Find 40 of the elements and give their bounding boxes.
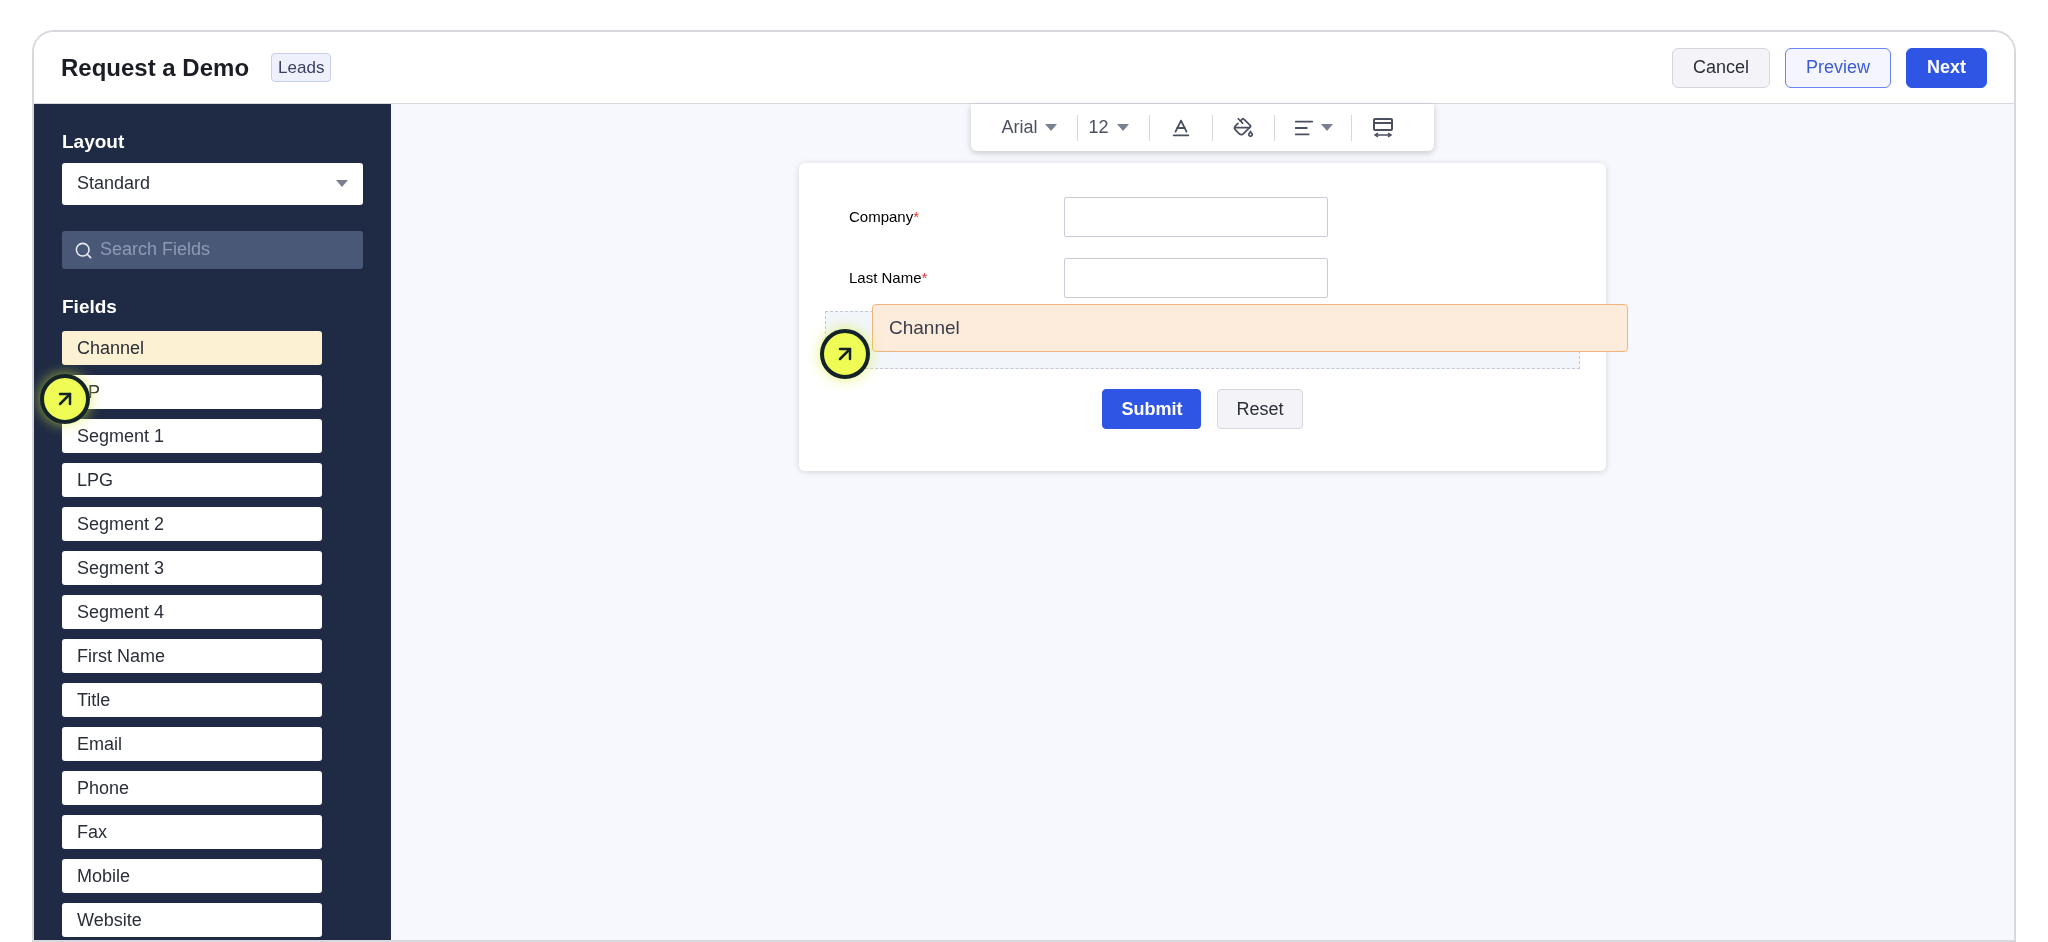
font-dropdown[interactable]: Arial bbox=[1001, 114, 1068, 141]
field-item[interactable]: First Name bbox=[62, 639, 322, 673]
field-item[interactable]: Title bbox=[62, 683, 322, 717]
fill-color-icon[interactable] bbox=[1232, 117, 1254, 138]
next-button[interactable]: Next bbox=[1906, 47, 1987, 88]
field-item[interactable]: Segment 3 bbox=[62, 551, 322, 585]
reset-button[interactable]: Reset bbox=[1217, 389, 1303, 429]
field-item[interactable]: Mobile bbox=[62, 859, 322, 893]
field-item[interactable]: Email bbox=[62, 727, 322, 761]
field-item[interactable]: Fax bbox=[62, 815, 322, 849]
field-item[interactable]: Segment 2 bbox=[62, 507, 322, 541]
caret-icon bbox=[1045, 124, 1058, 131]
field-label: Company* bbox=[849, 206, 921, 227]
search-icon bbox=[74, 240, 93, 260]
cursor-icon bbox=[40, 374, 90, 424]
caret-icon bbox=[1320, 124, 1333, 131]
search-field[interactable]: Search Fields bbox=[62, 230, 363, 269]
field-item[interactable]: LPG bbox=[62, 463, 322, 497]
caret-icon bbox=[336, 180, 348, 187]
dragged-field: Channel bbox=[872, 304, 1628, 352]
cancel-button[interactable]: Cancel bbox=[1671, 47, 1770, 88]
text-input[interactable] bbox=[1064, 258, 1328, 298]
field-item[interactable]: Channel bbox=[62, 331, 322, 365]
preview-button[interactable]: Preview bbox=[1784, 47, 1891, 88]
caret-icon bbox=[1116, 124, 1129, 131]
field-item[interactable]: Phone bbox=[62, 771, 322, 805]
cursor-icon bbox=[820, 329, 870, 379]
field-item[interactable]: Website bbox=[62, 903, 322, 937]
text-input[interactable] bbox=[1064, 197, 1328, 237]
field-item[interactable]: Segment 1 bbox=[62, 419, 322, 453]
submit-button[interactable]: Submit bbox=[1102, 389, 1202, 429]
page-title: Request a Demo bbox=[61, 52, 250, 83]
layout-dropdown[interactable]: Standard bbox=[62, 162, 363, 205]
size-dropdown[interactable]: 12 bbox=[1088, 114, 1139, 141]
layout-width-icon[interactable] bbox=[1371, 116, 1394, 139]
field-label: Last Name* bbox=[849, 267, 929, 288]
field-item[interactable]: Segment 4 bbox=[62, 595, 322, 629]
layout-label: Layout bbox=[62, 130, 126, 154]
fields-label: Fields bbox=[62, 294, 118, 319]
module-badge: Leads bbox=[271, 52, 332, 83]
